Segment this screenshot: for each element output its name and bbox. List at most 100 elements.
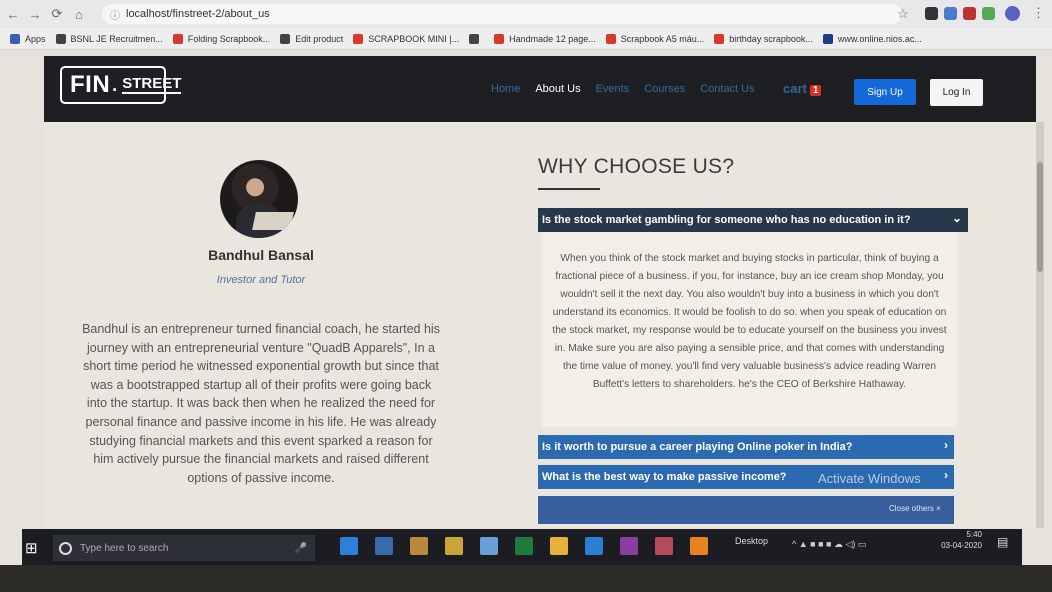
cortana-icon [59, 541, 72, 555]
vlc-icon[interactable] [690, 537, 708, 555]
profile-name: Bandhul Bansal [208, 247, 314, 263]
apps-bookmark[interactable]: Apps [10, 33, 46, 44]
bookmark-item[interactable]: Handmade 12 page... [494, 33, 596, 44]
cart-label: cart [783, 81, 807, 96]
info-icon: ⓘ [110, 10, 120, 22]
chevron-down-icon: ⌄ [951, 211, 962, 225]
taskbar-search[interactable]: Type here to search 🎤 [53, 535, 315, 561]
clock-time: 5:40 [966, 530, 982, 539]
vscode-icon[interactable] [585, 537, 603, 555]
store-icon[interactable] [375, 537, 393, 555]
bookmarks-bar: Apps BSNL JE Recruitmen... Folding Scrapbo… [0, 28, 1052, 50]
site-logo[interactable]: FIN . STREET [60, 66, 182, 104]
bookmark-label: Edit product [295, 33, 344, 44]
site-navbar: FIN . STREET Home About Us Events Courses Co… [44, 56, 1036, 122]
why-choose-title: WHY CHOOSE US? [538, 155, 735, 178]
windows-taskbar: ⊞ Type here to search 🎤 Desktop ^ ▲ ■ ■ … [22, 529, 1022, 565]
files-icon[interactable] [410, 537, 428, 555]
nav-link-home[interactable]: Home [491, 83, 520, 95]
bookmark-favicon-icon [605, 33, 616, 44]
logo-fin: FIN [70, 71, 111, 98]
excel-icon[interactable] [515, 537, 533, 555]
explorer-icon[interactable] [445, 537, 463, 555]
bookmark-item[interactable]: BSNL JE Recruitmen... [55, 33, 163, 44]
faq-question-text: Is it worth to pursue a career playing O… [542, 441, 853, 453]
faq-answer-1: When you think of the stock market and b… [542, 232, 957, 427]
bookmark-favicon-icon [280, 33, 291, 44]
bookmark-label: BSNL JE Recruitmen... [70, 33, 163, 44]
bookmark-label: Scrapbook A5 máu... [620, 33, 705, 44]
logo-street: STREET [122, 75, 182, 94]
extensions [925, 7, 995, 20]
activate-windows-watermark: Activate Windows [818, 471, 921, 486]
app-b-icon[interactable] [655, 537, 673, 555]
bookmark-item[interactable]: birthday scrapbook... [714, 33, 813, 44]
bookmark-favicon-icon [714, 33, 725, 44]
profile-avatar[interactable] [1005, 6, 1020, 21]
bookmark-item[interactable]: www.online.nios.ac... [822, 33, 922, 44]
bookmark-item[interactable]: Scrapbook A5 máu... [605, 33, 705, 44]
bookmark-favicon-icon [494, 33, 505, 44]
close-others-link[interactable]: Close others × [889, 504, 941, 513]
forward-icon[interactable]: → [26, 7, 44, 22]
faq-question-2[interactable]: Is it worth to pursue a career playing O… [538, 435, 954, 459]
windows-start-icon[interactable]: ⊞ [25, 539, 38, 557]
app-m-icon[interactable] [620, 537, 638, 555]
nav-link-events[interactable]: Events [596, 83, 630, 95]
extension-icon[interactable] [982, 7, 995, 20]
faq-question-text: Is the stock market gambling for someone… [542, 214, 911, 226]
cart-link[interactable]: cart 1 [783, 81, 822, 96]
desktop-toolbar[interactable]: Desktop [735, 536, 768, 546]
edge-icon[interactable] [340, 537, 358, 555]
bookmark-item[interactable]: Folding Scrapbook... [172, 33, 271, 44]
profile-bio: Bandhul is an entrepreneur turned financ… [82, 322, 440, 485]
menu-icon[interactable]: ⋮ [1032, 5, 1045, 21]
bookmark-favicon-icon [172, 33, 183, 44]
back-icon[interactable]: ← [4, 7, 22, 22]
search-placeholder: Type here to search [80, 542, 169, 554]
reload-icon[interactable]: ⟳ [48, 6, 66, 22]
photos-icon[interactable] [480, 537, 498, 555]
bookmark-item[interactable] [469, 33, 484, 44]
profile-photo [220, 160, 298, 238]
system-tray[interactable]: ^ ▲ ■ ■ ■ ☁ ◁) ▭ [792, 539, 866, 550]
bookmark-label: SCRAPBOOK MINI |... [368, 33, 460, 44]
bookmark-label: Apps [25, 33, 46, 44]
chevron-right-icon: › [944, 438, 948, 452]
bookmark-favicon-icon [469, 33, 480, 44]
extension-icon[interactable] [944, 7, 957, 20]
bookmark-label: birthday scrapbook... [729, 33, 813, 44]
clock[interactable]: 5:40 03-04-2020 [932, 529, 982, 551]
chevron-right-icon: › [944, 468, 948, 482]
nav-link-contact-us[interactable]: Contact Us [700, 83, 754, 95]
chrome-icon[interactable] [550, 537, 568, 555]
nav-link-about-us[interactable]: About Us [535, 83, 580, 95]
scrollbar-thumb[interactable] [1037, 162, 1043, 272]
bookmark-favicon-icon [55, 33, 66, 44]
address-bar[interactable]: ⓘ localhost/finstreet-2/about_us [102, 4, 902, 24]
notifications-icon[interactable]: ▤ [997, 535, 1008, 549]
faq-question-1[interactable]: Is the stock market gambling for someone… [538, 208, 968, 232]
bookmark-star-icon[interactable]: ☆ [897, 6, 909, 22]
sign-up-button[interactable]: Sign Up [854, 79, 916, 105]
bookmark-favicon-icon [822, 33, 833, 44]
home-icon[interactable]: ⌂ [70, 7, 88, 22]
bookmark-favicon-icon [353, 33, 364, 44]
nav-link-courses[interactable]: Courses [644, 83, 685, 95]
bookmark-label: Handmade 12 page... [509, 33, 596, 44]
title-underline [538, 188, 600, 190]
screen: ← → ⟳ ⌂ ⓘ localhost/finstreet-2/about_us… [0, 0, 1052, 592]
profile-role: Investor and Tutor [216, 274, 306, 286]
log-in-button[interactable]: Log In [930, 79, 983, 106]
extension-icon[interactable] [963, 7, 976, 20]
bookmark-item[interactable]: SCRAPBOOK MINI |... [353, 33, 460, 44]
bookmark-label: Folding Scrapbook... [187, 33, 271, 44]
nav-links: Home About Us Events Courses Contact Us [491, 83, 770, 95]
browser-toolbar: ← → ⟳ ⌂ ⓘ localhost/finstreet-2/about_us… [0, 0, 1052, 28]
logo-dot: . [112, 74, 118, 95]
bookmark-item[interactable]: Edit product [280, 33, 344, 44]
apps-grid-icon [10, 33, 20, 44]
extension-icon[interactable] [925, 7, 938, 20]
microphone-icon[interactable]: 🎤 [295, 543, 307, 554]
url-text: localhost/finstreet-2/about_us [126, 8, 270, 20]
